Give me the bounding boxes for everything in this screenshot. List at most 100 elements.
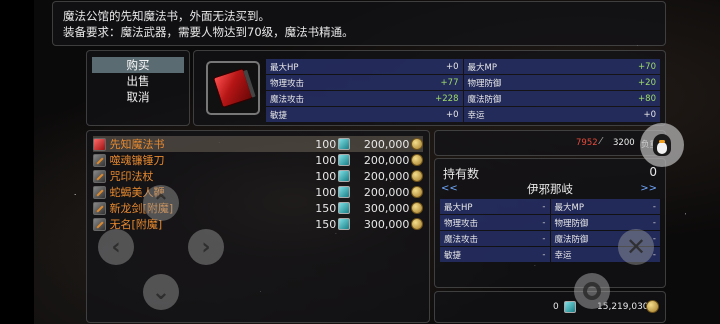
- sword-icon: [93, 201, 106, 215]
- item-name: 咒印法杖: [109, 170, 154, 183]
- hero-stat-row: 敏捷 -: [440, 247, 550, 262]
- stat-value: +0: [643, 109, 656, 120]
- shop-item-row[interactable]: 先知魔法书 100 200,000: [93, 136, 423, 152]
- cancel-button[interactable]: 取消: [92, 89, 184, 105]
- stat-label: 物理防御: [467, 78, 502, 89]
- item-stat-row: 幸运 +0: [463, 107, 660, 122]
- shop-item-row[interactable]: 蛇蝎美人鞭 100 200,000: [93, 184, 423, 200]
- description-line-2: 装备要求：魔法武器，需要人物达到70级，魔法书精通。: [63, 25, 354, 39]
- item-name: 蛇蝎美人鞭: [109, 186, 165, 199]
- gold-price: 200,000: [363, 137, 410, 151]
- hero-stat-row: 最大MP -: [550, 199, 660, 214]
- gem-icon: [564, 301, 576, 313]
- item-stat-row: 敏捷 +0: [266, 107, 463, 122]
- stat-value: -: [652, 201, 656, 212]
- stat-label: 最大MP: [554, 202, 584, 213]
- gold-price: 300,000: [363, 201, 410, 215]
- stat-value: +77: [440, 77, 459, 88]
- stat-value: +0: [445, 109, 459, 120]
- stat-label: 物理防御: [554, 218, 589, 229]
- gem-price: 100: [315, 169, 337, 183]
- item-stat-row: 最大MP +70: [463, 59, 660, 74]
- weight-max: 3200: [613, 138, 635, 148]
- stat-label: 魔法攻击: [270, 94, 305, 105]
- item-stat-grid: 最大HP +0 最大MP +70 物理攻击 +77 物理防御 +20 魔法攻击 +228 魔法防御 +…: [266, 59, 660, 122]
- stat-label: 物理攻击: [444, 218, 479, 229]
- weight-panel: 7952 ⁄ 3200 负重: [434, 130, 666, 156]
- gem-icon: [338, 202, 350, 214]
- spellbook-icon: [93, 137, 106, 151]
- stat-value: +0: [445, 61, 459, 72]
- gold-coin-icon: [411, 218, 423, 230]
- sword-icon: [93, 217, 106, 231]
- gold-price: 200,000: [363, 185, 410, 199]
- item-name: 新龙剑[附魔]: [109, 202, 174, 215]
- stat-value: -: [542, 249, 546, 260]
- stat-label: 魔法攻击: [444, 234, 479, 245]
- item-stat-row: 物理防御 +20: [463, 75, 660, 90]
- gem-icon: [338, 186, 350, 198]
- stat-label: 魔法防御: [554, 234, 589, 245]
- gem-price: 100: [315, 153, 337, 167]
- stat-label: 幸运: [554, 250, 572, 261]
- stat-value: +70: [638, 61, 656, 72]
- gem-price: 150: [315, 201, 337, 215]
- gem-price: 100: [315, 185, 337, 199]
- target-icon[interactable]: [574, 273, 610, 309]
- shop-menu: 购买 出售 取消: [86, 50, 190, 126]
- gold-coin-icon: [411, 170, 423, 182]
- next-hero-button[interactable]: >>: [640, 183, 657, 194]
- holding-panel: 持有数 0 << 伊邪那岐 >> 最大HP - 最大MP - 物理攻击 - 物理防御 - 魔法攻…: [434, 158, 666, 288]
- hero-name: 伊邪那岐: [527, 182, 573, 196]
- stat-value: +20: [638, 77, 656, 88]
- item-stat-row: 魔法攻击 +228: [266, 91, 463, 106]
- sell-button[interactable]: 出售: [92, 73, 184, 89]
- gold-coin-icon: [411, 202, 423, 214]
- weight-separator: ⁄: [600, 136, 602, 147]
- stat-value: -: [542, 201, 546, 212]
- stat-label: 敏捷: [444, 250, 462, 261]
- item-stat-row: 物理攻击 +77: [266, 75, 463, 90]
- stat-value: -: [542, 233, 546, 244]
- shop-item-row[interactable]: 无名[附魔] 150 300,000: [93, 216, 423, 232]
- gem-icon: [338, 154, 350, 166]
- hero-stat-row: 最大HP -: [440, 199, 550, 214]
- hero-stat-row: 物理攻击 -: [440, 215, 550, 230]
- gem-price: 150: [315, 217, 337, 231]
- shop-item-list: 先知魔法书 100 200,000 噬魂镰锤刀 100 200,000 咒印法杖 100 200…: [86, 130, 430, 323]
- blade-icon: [93, 185, 106, 199]
- hero-stat-row: 魔法攻击 -: [440, 231, 550, 246]
- shop-item-row[interactable]: 咒印法杖 100 200,000: [93, 168, 423, 184]
- gem-icon: [338, 218, 350, 230]
- penguin-avatar-icon[interactable]: [640, 123, 684, 167]
- stat-label: 最大HP: [270, 62, 299, 73]
- close-icon[interactable]: ✕: [618, 229, 654, 265]
- item-name: 先知魔法书: [109, 138, 165, 151]
- chevron-right-icon[interactable]: ›: [188, 229, 224, 265]
- stat-label: 最大HP: [444, 202, 473, 213]
- holding-title: 持有数: [443, 167, 480, 181]
- currency-panel: 0 15,219,030: [434, 291, 666, 323]
- item-description-panel: 魔法公馆的先知魔法书，外面无法买到。 装备要求：魔法武器，需要人物达到70级，魔…: [52, 1, 666, 46]
- holding-count: 0: [649, 165, 657, 179]
- gold-price: 200,000: [363, 153, 410, 167]
- stat-label: 敏捷: [270, 110, 288, 121]
- gold-price: 300,000: [363, 217, 410, 231]
- item-name: 无名[附魔]: [109, 218, 163, 231]
- buy-button[interactable]: 购买: [92, 57, 184, 73]
- item-stats-panel: 最大HP +0 最大MP +70 物理攻击 +77 物理防御 +20 魔法攻击 +228 魔法防御 +…: [193, 50, 666, 126]
- chevron-left-icon[interactable]: ‹: [98, 229, 134, 265]
- shop-item-row[interactable]: 噬魂镰锤刀 100 200,000: [93, 152, 423, 168]
- chevron-down-icon[interactable]: ⌄: [143, 274, 179, 310]
- staff-icon: [93, 169, 106, 183]
- weight-current: 7952: [576, 138, 598, 148]
- gem-icon: [338, 138, 350, 150]
- gem-price: 100: [315, 137, 337, 151]
- stat-value: -: [652, 217, 656, 228]
- stat-value: +228: [435, 93, 459, 104]
- gold-price: 200,000: [363, 169, 410, 183]
- stat-label: 魔法防御: [467, 94, 502, 105]
- item-name: 噬魂镰锤刀: [109, 154, 165, 167]
- chevron-up-icon[interactable]: ⌃: [143, 185, 179, 221]
- stat-value: -: [542, 217, 546, 228]
